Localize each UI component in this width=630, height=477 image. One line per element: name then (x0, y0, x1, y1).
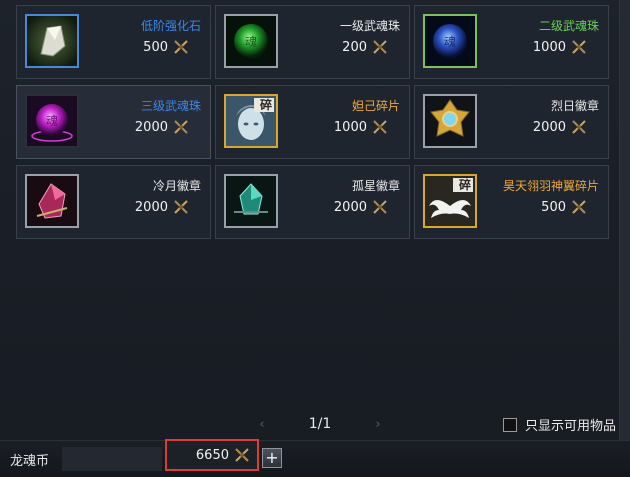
shop-panel: 低阶强化石 500 魂 一级武魂珠 200 魂 二级武魂珠 1000 魂 三级武… (0, 0, 630, 477)
crossed-swords-currency-icon (371, 198, 389, 216)
item-price: 2000 (333, 199, 367, 215)
red-gem-badge-icon (25, 174, 79, 228)
green-soul-orb-icon: 魂 (224, 14, 278, 68)
item-price: 1000 (532, 39, 566, 55)
item-name: 二级武魂珠 (538, 19, 599, 33)
item-price: 2000 (134, 199, 168, 215)
item-name: 孤星徽章 (351, 179, 400, 193)
crossed-swords-currency-icon (371, 118, 389, 136)
currency-balance: 6650 (165, 439, 259, 471)
item-price: 500 (143, 39, 168, 55)
crossed-swords-currency-icon (570, 118, 588, 136)
item-price: 200 (342, 39, 367, 55)
svg-text:魂: 魂 (245, 34, 257, 49)
currency-field-bg (62, 447, 162, 471)
next-page-button[interactable]: › (371, 417, 385, 432)
item-name: 妲己碎片 (351, 99, 400, 113)
shop-item-slot[interactable]: 烈日徽章 2000 (414, 85, 609, 159)
fragment-badge: 碎 (458, 178, 471, 192)
white-crystal-icon (25, 14, 79, 68)
wings-fragment-icon: 碎 (423, 174, 477, 228)
scrollbar-track[interactable] (619, 0, 630, 440)
item-name: 一级武魂珠 (339, 19, 400, 33)
available-only-filter[interactable]: 只显示可用物品 (502, 415, 616, 434)
svg-text:魂: 魂 (444, 34, 456, 49)
page-indicator: 1/1 (308, 416, 332, 432)
prev-page-button[interactable]: ‹ (255, 417, 269, 432)
shop-item-slot-selected[interactable]: 魂 三级武魂珠 2000 (16, 85, 211, 159)
item-price: 500 (541, 199, 566, 215)
pagination: ‹ 1/1 › (255, 414, 385, 434)
item-price: 1000 (333, 119, 367, 135)
item-name: 冷月徽章 (152, 179, 201, 193)
crossed-swords-currency-icon (371, 38, 389, 56)
item-name: 低阶强化石 (140, 19, 201, 33)
available-only-checkbox[interactable] (502, 417, 517, 432)
shop-item-slot[interactable]: 碎 妲己碎片 1000 (215, 85, 410, 159)
currency-balance-value: 6650 (195, 447, 229, 463)
crossed-swords-currency-icon (570, 198, 588, 216)
crossed-swords-currency-icon (172, 38, 190, 56)
item-name: 昊天翎羽神翼碎片 (502, 179, 599, 193)
item-price: 2000 (532, 119, 566, 135)
item-name: 三级武魂珠 (140, 99, 201, 113)
crossed-swords-currency-icon (172, 118, 190, 136)
svg-text:魂: 魂 (46, 113, 58, 128)
sun-emblem-icon (423, 94, 477, 148)
item-name: 烈日徽章 (550, 99, 599, 113)
shop-item-slot[interactable]: 冷月徽章 2000 (16, 165, 211, 239)
blue-soul-orb-icon: 魂 (423, 14, 477, 68)
shop-item-slot[interactable]: 孤星徽章 2000 (215, 165, 410, 239)
fragment-badge: 碎 (259, 98, 272, 112)
crossed-swords-currency-icon (233, 446, 251, 464)
shop-item-slot[interactable]: 碎 昊天翎羽神翼碎片 500 (414, 165, 609, 239)
crossed-swords-currency-icon (172, 198, 190, 216)
currency-label: 龙魂币 (10, 454, 50, 469)
crossed-swords-currency-icon (570, 38, 588, 56)
daji-portrait-fragment-icon: 碎 (224, 94, 278, 148)
shop-item-slot[interactable]: 低阶强化石 500 (16, 5, 211, 79)
add-currency-button[interactable]: + (262, 448, 282, 468)
shop-item-slot[interactable]: 魂 二级武魂珠 1000 (414, 5, 609, 79)
item-price: 2000 (134, 119, 168, 135)
shop-item-slot[interactable]: 魂 一级武魂珠 200 (215, 5, 410, 79)
available-only-label: 只显示可用物品 (524, 419, 616, 434)
green-gem-badge-icon (224, 174, 278, 228)
purple-soul-orb-icon: 魂 (25, 94, 79, 148)
